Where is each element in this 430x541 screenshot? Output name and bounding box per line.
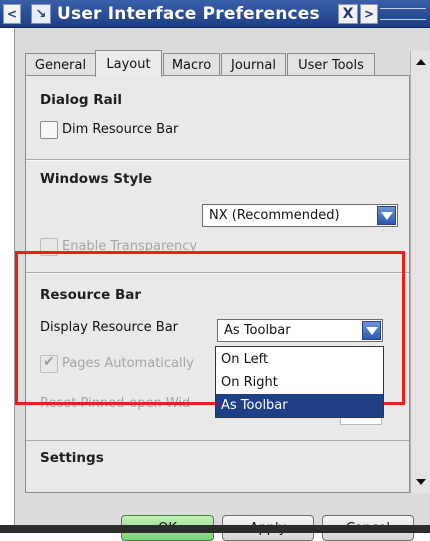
windows-style-select[interactable]: NX (Recommended)	[202, 204, 398, 227]
chevron-right-icon: >	[363, 7, 375, 21]
display-resource-bar-select[interactable]: As Toolbar	[217, 319, 383, 342]
display-resource-bar-value: As Toolbar	[224, 323, 291, 338]
dim-resource-bar-label: Dim Resource Bar	[62, 122, 179, 137]
windows-style-heading: Windows Style	[40, 171, 153, 187]
window-title: User Interface Preferences	[57, 4, 320, 24]
chevron-down-icon[interactable]	[377, 206, 396, 225]
triangle-up-icon	[415, 58, 426, 65]
resource-bar-heading: Resource Bar	[40, 287, 142, 303]
preferences-dialog: General Layout Macro Journal User Tools …	[14, 28, 430, 541]
dialog-rail-heading: Dialog Rail	[40, 92, 122, 108]
option-as-toolbar[interactable]: As Toolbar	[216, 394, 383, 417]
resource-arrow-icon: ↘	[31, 4, 51, 24]
checkmark-icon: ✔	[43, 354, 55, 370]
separator	[26, 440, 409, 441]
scroll-up-button[interactable]	[412, 53, 429, 70]
separator-highlight	[26, 273, 409, 274]
pages-automatically-label: Pages Automatically	[62, 356, 194, 371]
separator-highlight	[26, 160, 409, 161]
chevron-left-icon: <	[6, 7, 18, 21]
panel-scrollbar[interactable]	[410, 51, 430, 493]
triangle-down-icon	[415, 478, 426, 485]
tab-journal[interactable]: Journal	[221, 53, 286, 76]
scroll-down-button[interactable]	[412, 473, 429, 490]
enable-transparency-label: Enable Transparency	[62, 239, 198, 254]
title-bar: < ↘ User Interface Preferences X >	[0, 0, 430, 28]
option-on-left[interactable]: On Left	[216, 348, 383, 371]
nav-right-button[interactable]: >	[360, 4, 378, 24]
title-bar-stripe	[380, 8, 426, 20]
pages-automatically-checkbox[interactable]: ✔	[40, 354, 58, 373]
tab-layout[interactable]: Layout	[95, 50, 162, 77]
windows-style-value: NX (Recommended)	[209, 208, 340, 223]
settings-heading: Settings	[40, 450, 104, 466]
reset-pinned-open-label: Reset Pinned-open Wid	[40, 396, 191, 411]
option-on-right[interactable]: On Right	[216, 371, 383, 394]
nav-left-button[interactable]: <	[3, 4, 21, 24]
tab-macro[interactable]: Macro	[163, 53, 220, 76]
close-button[interactable]: X	[338, 4, 358, 24]
close-icon: X	[342, 6, 354, 22]
display-resource-bar-dropdown: On Left On Right As Toolbar	[215, 346, 384, 418]
window-bottom-edge	[0, 525, 430, 533]
layout-panel: Dialog Rail Dim Resource Bar Windows Sty…	[25, 75, 410, 493]
tab-user-tools[interactable]: User Tools	[287, 53, 375, 76]
display-resource-bar-label: Display Resource Bar	[40, 320, 179, 335]
enable-transparency-checkbox[interactable]	[40, 238, 58, 256]
dim-resource-bar-checkbox[interactable]	[40, 121, 58, 139]
chevron-down-icon[interactable]	[362, 321, 381, 340]
tab-general[interactable]: General	[25, 53, 96, 76]
